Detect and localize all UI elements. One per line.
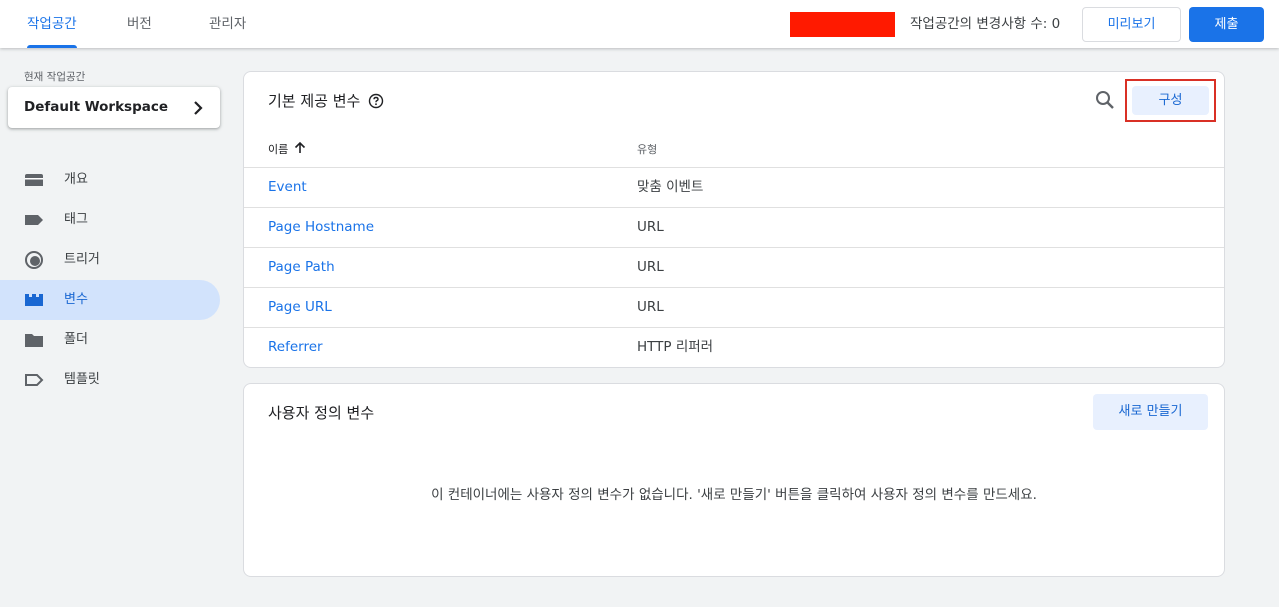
configure-button-label: 구성 [1132, 86, 1209, 115]
column-header-type: 유형 [637, 143, 658, 156]
table-row: Page URL URL [244, 287, 1224, 327]
builtin-variables-card: 기본 제공 변수 구성 이름 유형 Event 맞춤 이벤트 Page Host… [243, 71, 1225, 368]
sidebar-item-templates[interactable]: 템플릿 [0, 360, 220, 400]
current-workspace-label: 현재 작업공간 [24, 71, 86, 83]
folder-icon [25, 334, 43, 347]
variable-name-link[interactable]: Event [268, 168, 307, 207]
variable-type: URL [637, 259, 664, 275]
sidebar-item-label: 템플릿 [64, 372, 100, 387]
chevron-right-icon [194, 101, 203, 115]
variable-type: URL [637, 299, 664, 315]
preview-button[interactable]: 미리보기 [1082, 7, 1181, 42]
tab-workspace[interactable]: 작업공간 [27, 0, 77, 48]
table-row: Page Path URL [244, 247, 1224, 287]
empty-state-message: 이 컨테이너에는 사용자 정의 변수가 없습니다. '새로 만들기' 버튼을 클… [431, 487, 1037, 503]
new-variable-button[interactable]: 새로 만들기 [1093, 394, 1208, 430]
workspace-name: Default Workspace [24, 99, 169, 115]
overview-icon [25, 174, 43, 186]
variable-type: 맞춤 이벤트 [637, 179, 704, 195]
variable-icon [25, 294, 43, 306]
user-defined-variables-card: 사용자 정의 변수 새로 만들기 이 컨테이너에는 사용자 정의 변수가 없습니… [243, 383, 1225, 577]
sidebar-item-label: 트리거 [64, 252, 100, 267]
user-defined-variables-title: 사용자 정의 변수 [268, 404, 375, 422]
sidebar-item-tags[interactable]: 태그 [0, 200, 220, 240]
builtin-variables-title: 기본 제공 변수 [268, 92, 361, 110]
sidebar-item-label: 변수 [64, 292, 88, 307]
variable-type: HTTP 리퍼러 [637, 339, 714, 355]
variable-type: URL [637, 219, 664, 235]
help-icon[interactable] [368, 93, 384, 109]
submit-button[interactable]: 제출 [1189, 7, 1264, 42]
tab-admin[interactable]: 관리자 [209, 0, 246, 48]
variable-name-link[interactable]: Referrer [268, 328, 323, 367]
table-row: Page Hostname URL [244, 207, 1224, 247]
configure-button[interactable]: 구성 [1125, 79, 1216, 122]
tab-versions[interactable]: 버전 [127, 0, 152, 48]
sidebar-item-label: 폴더 [64, 332, 88, 347]
sidebar-item-label: 개요 [64, 172, 88, 187]
workspace-selector[interactable]: Default Workspace [8, 87, 220, 128]
redacted-block [790, 12, 895, 37]
sidebar-item-triggers[interactable]: 트리거 [0, 240, 220, 280]
variable-name-link[interactable]: Page Path [268, 248, 335, 287]
sidebar-item-variables[interactable]: 변수 [0, 280, 220, 320]
table-row: Event 맞춤 이벤트 [244, 167, 1224, 207]
arrow-up-icon[interactable] [294, 141, 306, 154]
trigger-icon [25, 251, 43, 269]
tag-icon [25, 215, 43, 225]
table-row: Referrer HTTP 리퍼러 [244, 327, 1224, 367]
variable-name-link[interactable]: Page Hostname [268, 208, 374, 247]
top-bar: 작업공간 버전 관리자 작업공간의 변경사항 수: 0 미리보기 제출 [0, 0, 1279, 48]
workspace-changes-count: 작업공간의 변경사항 수: 0 [910, 16, 1061, 32]
sidebar-item-label: 태그 [64, 212, 88, 227]
search-icon[interactable] [1094, 89, 1116, 111]
template-icon [25, 374, 44, 386]
column-header-name[interactable]: 이름 [268, 141, 288, 157]
sidebar-item-folders[interactable]: 폴더 [0, 320, 220, 360]
variable-name-link[interactable]: Page URL [268, 288, 332, 327]
sidebar-item-overview[interactable]: 개요 [0, 160, 220, 200]
